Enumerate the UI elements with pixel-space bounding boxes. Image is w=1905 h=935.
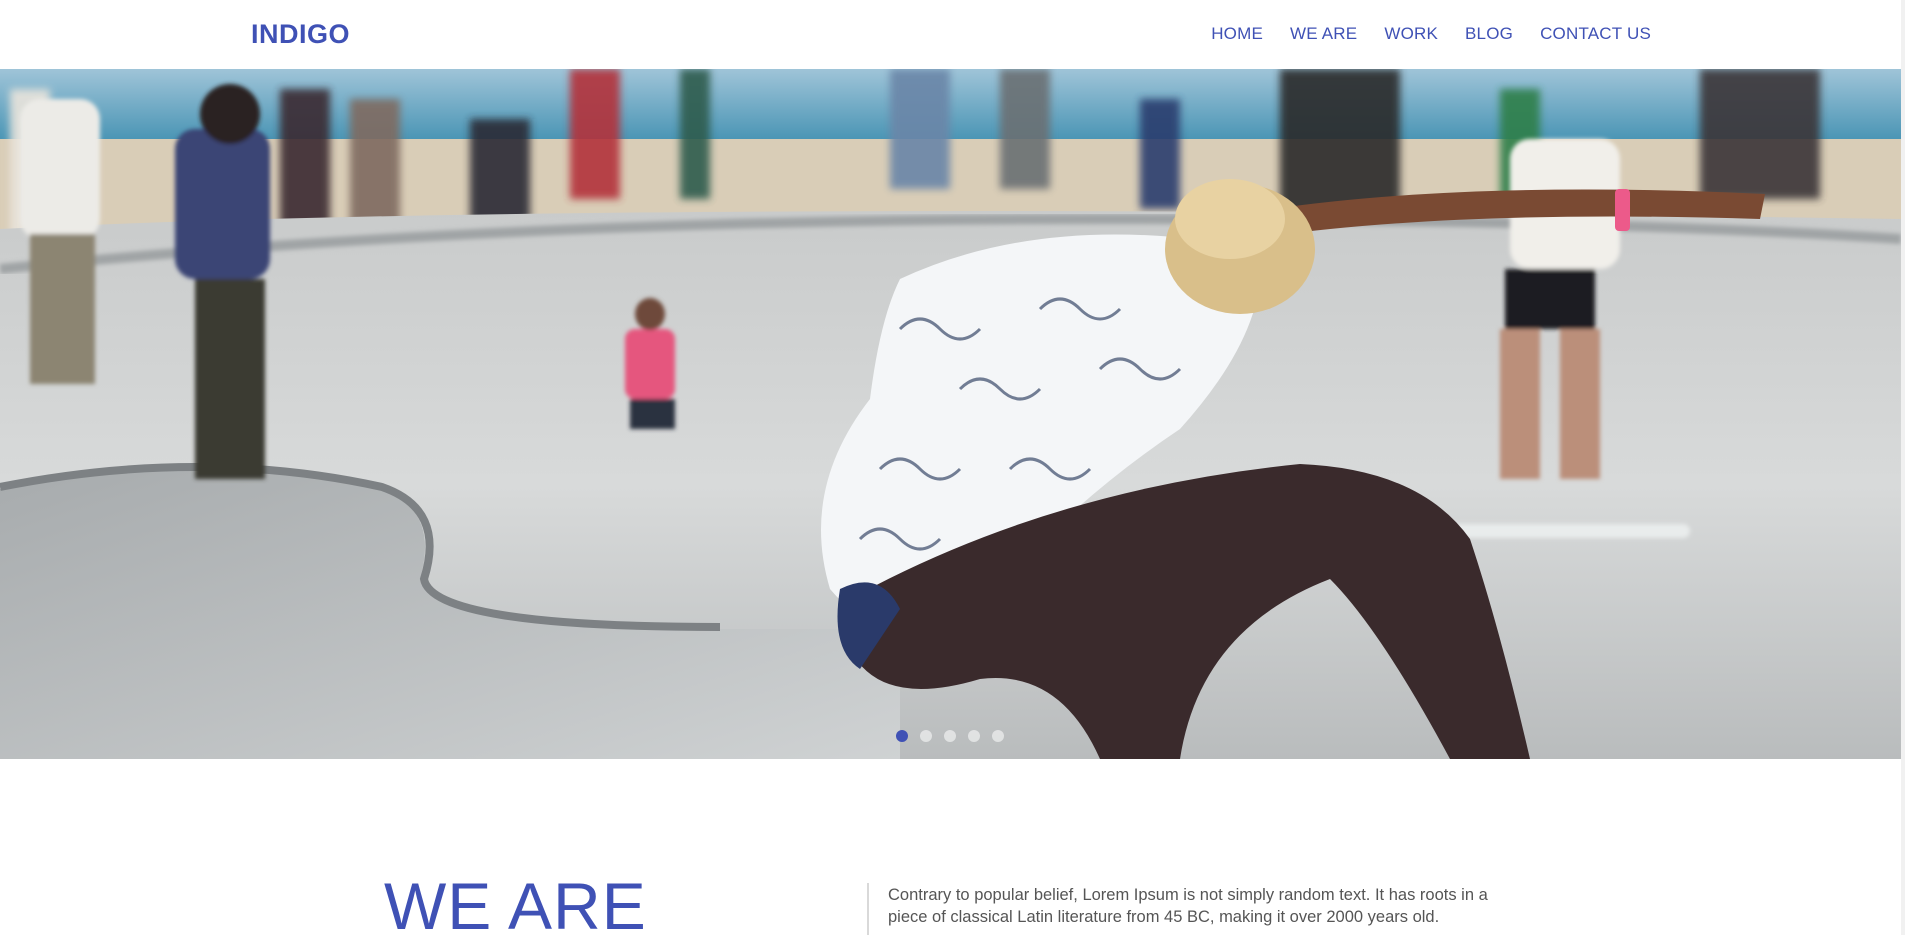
- nav-work-link[interactable]: WORK: [1384, 24, 1438, 44]
- nav-blog-link[interactable]: BLOG: [1465, 24, 1513, 44]
- page: INDIGO HOME WE ARE WORK BLOG CONTACT US: [0, 0, 1905, 935]
- site-header: INDIGO HOME WE ARE WORK BLOG CONTACT US: [0, 0, 1905, 69]
- slider-dot-1[interactable]: [896, 730, 908, 742]
- slider-dots: [896, 730, 1004, 742]
- nav-we-are-link[interactable]: WE ARE: [1290, 24, 1357, 44]
- nav-contact-us-link[interactable]: CONTACT US: [1540, 24, 1651, 44]
- main-nav: HOME WE ARE WORK BLOG CONTACT US: [1211, 24, 1651, 44]
- we-are-section: WE ARE Contrary to popular belief, Lorem…: [0, 759, 1905, 935]
- we-are-description: Contrary to popular belief, Lorem Ipsum …: [888, 886, 1488, 926]
- slider-dot-3[interactable]: [944, 730, 956, 742]
- page-scrollbar[interactable]: [1901, 0, 1905, 935]
- slider-dot-2[interactable]: [920, 730, 932, 742]
- hero-slide-image: [0, 69, 1901, 759]
- slider-dot-5[interactable]: [992, 730, 1004, 742]
- section-divider: [867, 883, 869, 935]
- site-logo[interactable]: INDIGO: [251, 19, 350, 50]
- hero-slider[interactable]: [0, 69, 1901, 759]
- nav-home-link[interactable]: HOME: [1211, 24, 1263, 44]
- slider-dot-4[interactable]: [968, 730, 980, 742]
- we-are-title: WE ARE: [384, 869, 647, 935]
